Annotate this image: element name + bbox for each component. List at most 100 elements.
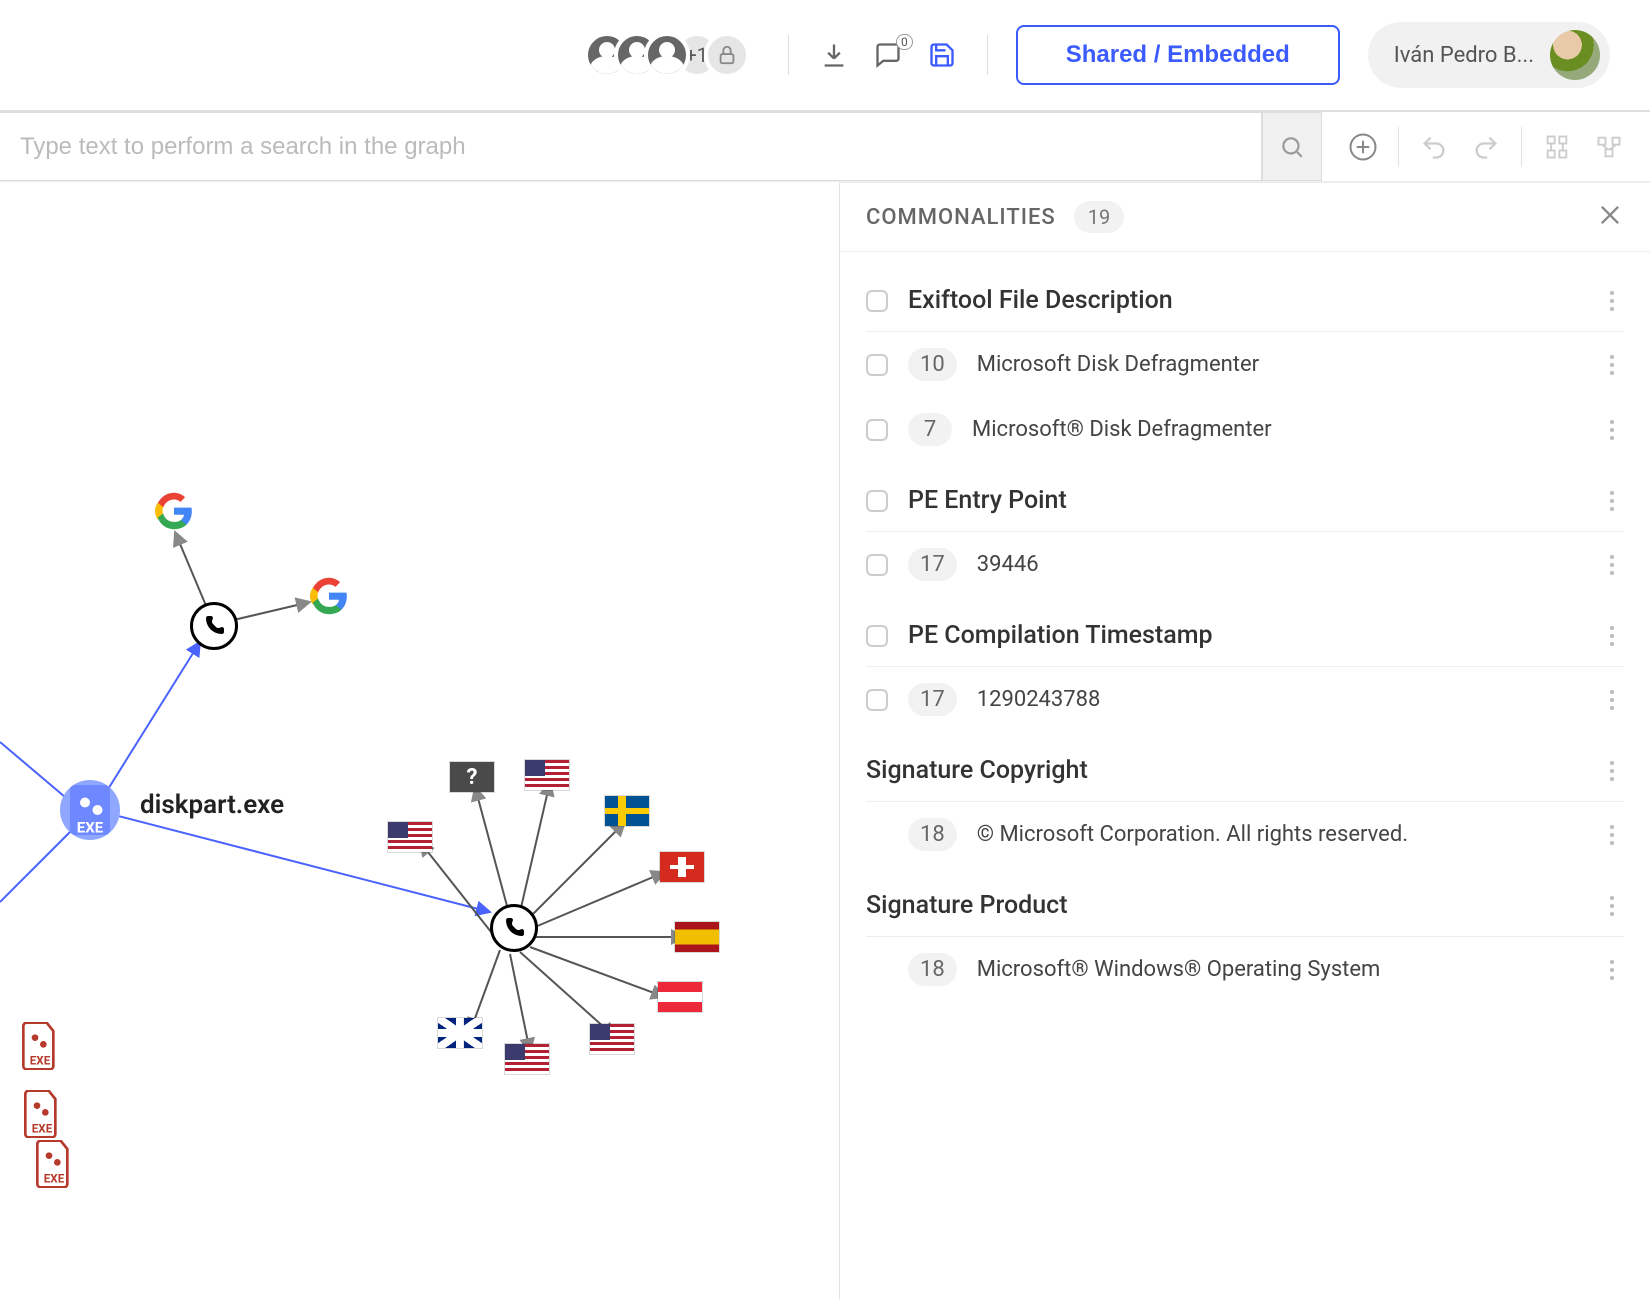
commonality-group: Exiftool File Description10Microsoft Dis… <box>840 262 1650 462</box>
flag-unknown[interactable]: ? <box>450 762 494 792</box>
layout-1-icon[interactable] <box>1540 130 1574 164</box>
flag-se[interactable] <box>605 796 649 826</box>
kebab-icon[interactable] <box>1600 554 1624 576</box>
group-title: Signature Copyright <box>866 756 1088 785</box>
row-count: 18 <box>908 953 957 986</box>
graph-edges <box>0 182 839 1300</box>
svg-text:EXE: EXE <box>30 1053 51 1067</box>
kebab-icon[interactable] <box>1600 959 1624 981</box>
kebab-icon[interactable] <box>1600 760 1624 782</box>
row-checkbox[interactable] <box>866 689 888 711</box>
search-button[interactable] <box>1262 112 1322 181</box>
row-value: Microsoft® Windows® Operating System <box>977 957 1580 982</box>
kebab-icon[interactable] <box>1600 354 1624 376</box>
exe-file-icon[interactable]: EXE <box>22 1090 62 1138</box>
row-value: 1290243788 <box>977 687 1580 712</box>
group-header: Signature Product <box>866 891 1624 937</box>
group-checkbox[interactable] <box>866 290 888 312</box>
user-menu[interactable]: Iván Pedro B... <box>1368 22 1610 88</box>
comment-count: 0 <box>896 34 913 50</box>
divider <box>1521 127 1522 167</box>
group-checkbox[interactable] <box>866 625 888 647</box>
collaborator-avatar[interactable] <box>644 32 690 78</box>
contact-node[interactable] <box>490 904 538 952</box>
kebab-icon[interactable] <box>1600 290 1624 312</box>
commonality-row[interactable]: 17 39446 <box>866 532 1624 597</box>
commonality-row[interactable]: 18 Microsoft® Windows® Operating System <box>866 937 1624 1002</box>
divider <box>1398 127 1399 167</box>
flag-us[interactable] <box>505 1044 549 1074</box>
row-value: 39446 <box>977 552 1580 577</box>
main: EXE diskpart.exe ? EXE <box>0 182 1650 1300</box>
divider <box>987 35 988 75</box>
google-icon[interactable] <box>310 577 348 615</box>
panel-count: 19 <box>1074 201 1124 233</box>
user-name: Iván Pedro B... <box>1394 43 1534 68</box>
row-checkbox[interactable] <box>866 354 888 376</box>
flag-es[interactable] <box>675 922 719 952</box>
exe-file-icon[interactable]: EXE <box>34 1140 74 1188</box>
row-value: Microsoft Disk Defragmenter <box>977 352 1580 377</box>
download-icon[interactable] <box>817 38 851 72</box>
layout-2-icon[interactable] <box>1592 130 1626 164</box>
commonality-row[interactable]: 10Microsoft Disk Defragmenter <box>866 332 1624 397</box>
row-checkbox[interactable] <box>866 419 888 441</box>
flag-ch[interactable] <box>660 852 704 882</box>
kebab-icon[interactable] <box>1600 824 1624 846</box>
group-header: PE Entry Point <box>866 486 1624 532</box>
kebab-icon[interactable] <box>1600 895 1624 917</box>
lock-icon[interactable] <box>704 32 750 78</box>
panel-title: COMMONALITIES <box>866 205 1056 230</box>
google-icon[interactable] <box>155 492 193 530</box>
kebab-icon[interactable] <box>1600 689 1624 711</box>
flag-gb[interactable] <box>438 1018 482 1048</box>
row-count: 7 <box>908 413 952 446</box>
shared-embedded-button[interactable]: Shared / Embedded <box>1016 25 1340 85</box>
row-count: 17 <box>908 683 957 716</box>
row-value: © Microsoft Corporation. All rights rese… <box>977 822 1580 847</box>
add-node-icon[interactable] <box>1346 130 1380 164</box>
group-title: Signature Product <box>866 891 1068 920</box>
commonality-row[interactable]: 18 © Microsoft Corporation. All rights re… <box>866 802 1624 867</box>
graph-tools <box>1322 112 1650 181</box>
kebab-icon[interactable] <box>1600 625 1624 647</box>
graph-search-input[interactable] <box>0 112 1262 181</box>
node-label-diskpart: diskpart.exe <box>140 790 284 820</box>
panel-body[interactable]: Exiftool File Description10Microsoft Dis… <box>840 252 1650 1300</box>
commonality-row[interactable]: 7 Microsoft® Disk Defragmenter <box>866 397 1624 462</box>
row-value: Microsoft® Disk Defragmenter <box>972 417 1580 442</box>
graph-canvas[interactable]: EXE diskpart.exe ? EXE <box>0 182 840 1300</box>
group-header: PE Compilation Timestamp <box>866 621 1624 667</box>
flag-us[interactable] <box>388 822 432 852</box>
save-icon[interactable] <box>925 38 959 72</box>
close-icon[interactable] <box>1596 201 1624 233</box>
commonality-group: PE Entry Point 17 39446 <box>840 462 1650 597</box>
svg-text:EXE: EXE <box>77 819 104 837</box>
flag-us[interactable] <box>525 760 569 790</box>
divider <box>788 35 789 75</box>
contact-node[interactable] <box>190 602 238 650</box>
commonality-group: Signature Copyright 18 © Microsoft Corpora… <box>840 732 1650 867</box>
row-checkbox[interactable] <box>866 554 888 576</box>
kebab-icon[interactable] <box>1600 419 1624 441</box>
topbar: +1 0 Shared / Embedded Iván Pedro B... <box>0 0 1650 110</box>
svg-text:EXE: EXE <box>44 1171 65 1185</box>
kebab-icon[interactable] <box>1600 490 1624 512</box>
row-count: 18 <box>908 818 957 851</box>
commonality-group: Signature Product 18 Microsoft® Windows® O… <box>840 867 1650 1002</box>
exe-file-icon[interactable]: EXE <box>20 1022 60 1070</box>
comment-icon[interactable]: 0 <box>871 38 905 72</box>
undo-icon[interactable] <box>1417 130 1451 164</box>
topbar-actions: 0 <box>817 38 959 72</box>
group-checkbox[interactable] <box>866 490 888 512</box>
row-count: 17 <box>908 548 957 581</box>
file-node-diskpart[interactable]: EXE <box>60 780 120 840</box>
commonality-row[interactable]: 17 1290243788 <box>866 667 1624 732</box>
flag-at[interactable] <box>658 982 702 1012</box>
group-title: PE Compilation Timestamp <box>908 621 1213 650</box>
user-avatar <box>1550 30 1600 80</box>
group-header: Signature Copyright <box>866 756 1624 802</box>
svg-text:EXE: EXE <box>32 1121 53 1135</box>
flag-us[interactable] <box>590 1024 634 1054</box>
redo-icon[interactable] <box>1469 130 1503 164</box>
